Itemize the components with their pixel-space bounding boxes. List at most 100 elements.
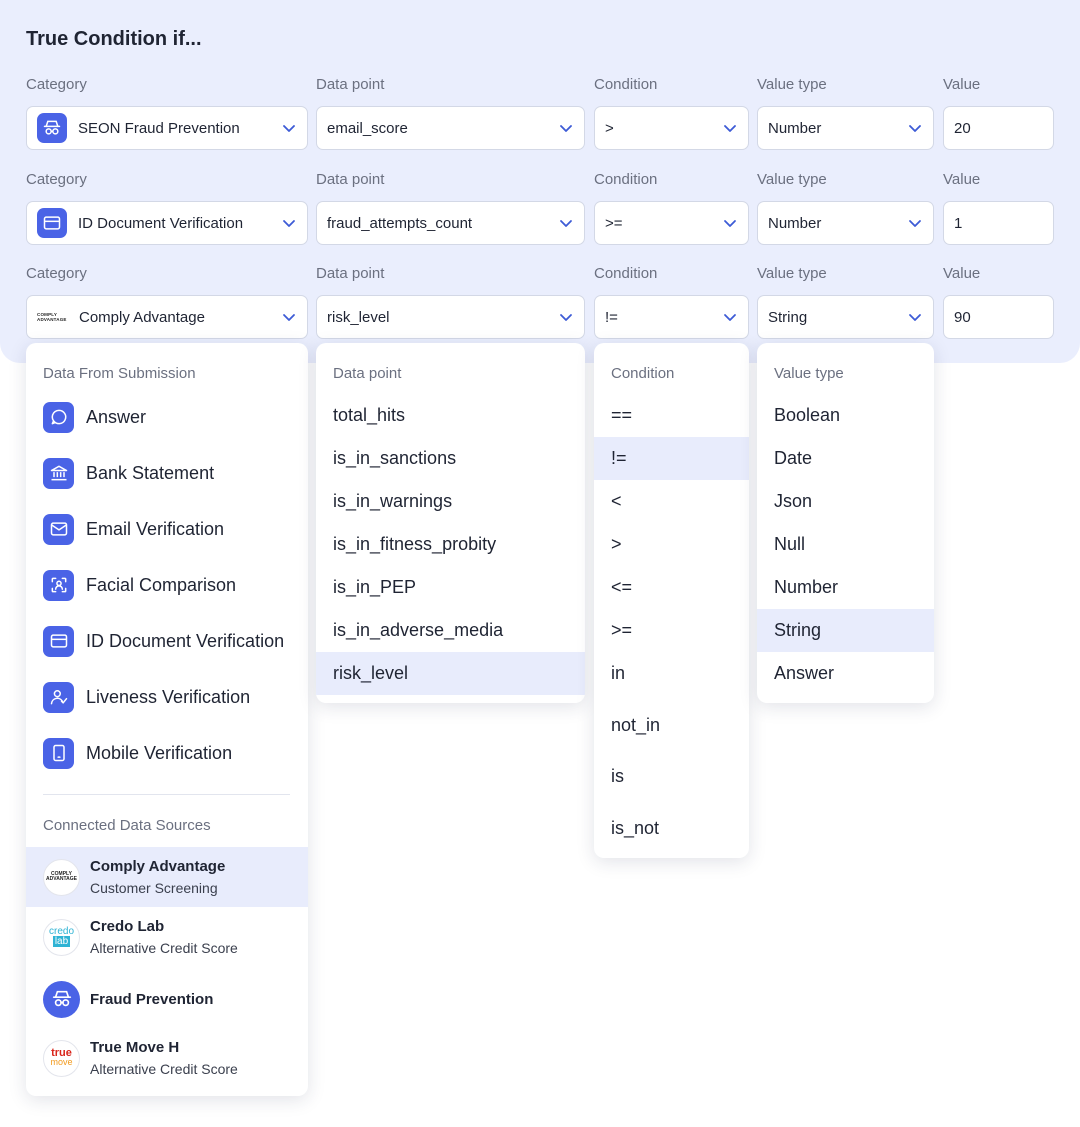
id-card-icon	[43, 625, 74, 657]
chevron-down-icon	[283, 314, 295, 321]
condition-option[interactable]: >=	[594, 609, 749, 652]
data-point-option[interactable]: is_in_warnings	[316, 480, 585, 523]
option-label: Email Verification	[86, 518, 225, 539]
connected-source-comply-advantage[interactable]: COMPLY ADVANTAGE Comply Advantage Custome…	[26, 847, 308, 907]
phone-icon	[43, 737, 74, 769]
face-scan-icon	[43, 569, 74, 601]
option-label: Answer	[86, 406, 147, 427]
chevron-down-icon	[724, 220, 736, 227]
data-point-value: fraud_attempts_count	[327, 214, 473, 232]
value-type-option[interactable]: Json	[757, 480, 934, 523]
data-point-option-selected[interactable]: risk_level	[316, 652, 585, 695]
category-option-liveness-verification[interactable]: Liveness Verification	[43, 681, 250, 713]
category-option-id-document-verification[interactable]: ID Document Verification	[43, 625, 284, 657]
value-type-option[interactable]: Null	[757, 523, 934, 566]
category-option-answer[interactable]: Answer	[43, 401, 146, 433]
dropdown-header: Data point	[333, 365, 402, 382]
source-name: Credo Lab	[90, 918, 165, 935]
data-point-option[interactable]: is_in_sanctions	[316, 437, 585, 480]
data-point-select[interactable]: risk_level	[316, 295, 585, 339]
data-point-dropdown: Data point total_hits is_in_sanctions is…	[316, 343, 585, 703]
connected-section-header: Connected Data Sources	[43, 817, 211, 834]
chevron-down-icon	[909, 220, 921, 227]
value-type-dropdown: Value type Boolean Date Json Null Number…	[757, 343, 934, 703]
condition-option[interactable]: <	[594, 480, 749, 523]
connected-source-true-move-h[interactable]: true move True Move H Alternative Credit …	[26, 1028, 308, 1088]
chevron-down-icon	[283, 220, 295, 227]
detective-icon	[43, 980, 80, 1018]
id-card-icon	[37, 208, 67, 238]
connected-source-credo-lab[interactable]: credo lab Credo Lab Alternative Credit Sc…	[26, 907, 308, 967]
value-type-option[interactable]: Number	[757, 566, 934, 609]
category-select[interactable]: ID Document Verification	[26, 201, 308, 245]
condition-select[interactable]: >=	[594, 201, 749, 245]
value-type-option[interactable]: Date	[757, 437, 934, 480]
condition-option[interactable]: is	[594, 755, 749, 798]
bank-icon	[43, 457, 74, 489]
value-input[interactable]: 20	[943, 106, 1054, 150]
condition-value: !=	[605, 308, 618, 326]
value-text: 1	[954, 214, 963, 232]
panel-title: True Condition if...	[26, 28, 202, 50]
condition-panel: True Condition if... Category Data point…	[0, 0, 1080, 363]
value-text: 90	[954, 308, 971, 326]
category-value: ID Document Verification	[78, 214, 244, 232]
value-type-value: Number	[768, 214, 822, 232]
source-name: True Move H	[90, 1039, 180, 1056]
data-point-option[interactable]: is_in_fitness_probity	[316, 523, 585, 566]
source-name: Fraud Prevention	[90, 990, 214, 1008]
data-point-label: Data point	[316, 265, 385, 282]
value-type-option[interactable]: Answer	[757, 652, 934, 695]
source-name: Comply Advantage	[90, 858, 226, 875]
chat-bubble-icon	[43, 401, 74, 433]
value-type-label: Value type	[757, 76, 827, 93]
data-point-option[interactable]: is_in_PEP	[316, 566, 585, 609]
chevron-down-icon	[724, 314, 736, 321]
category-option-bank-statement[interactable]: Bank Statement	[43, 457, 214, 489]
data-point-select[interactable]: fraud_attempts_count	[316, 201, 585, 245]
data-point-option[interactable]: total_hits	[316, 394, 585, 437]
value-type-value: Number	[768, 119, 822, 137]
condition-option[interactable]: <=	[594, 566, 749, 609]
option-label: Facial Comparison	[86, 574, 237, 595]
condition-select[interactable]: !=	[594, 295, 749, 339]
user-check-icon	[43, 681, 74, 713]
dropdown-header: Value type	[774, 365, 844, 382]
chevron-down-icon	[560, 220, 572, 227]
value-type-select[interactable]: String	[757, 295, 934, 339]
value-input[interactable]: 90	[943, 295, 1054, 339]
data-point-value: risk_level	[327, 308, 390, 326]
value-type-select[interactable]: Number	[757, 106, 934, 150]
condition-label: Condition	[594, 171, 658, 188]
value-label: Value	[943, 76, 981, 93]
category-dropdown: Data From Submission Answer Bank Stateme…	[26, 343, 308, 1096]
chevron-down-icon	[560, 125, 572, 132]
envelope-icon	[43, 513, 74, 545]
condition-option[interactable]: not_in	[594, 704, 749, 747]
value-input[interactable]: 1	[943, 201, 1054, 245]
value-type-select[interactable]: Number	[757, 201, 934, 245]
data-point-option[interactable]: is_in_adverse_media	[316, 609, 585, 652]
category-select[interactable]: COMPLY ADVANTAGE Comply Advantage	[26, 295, 308, 339]
data-point-label: Data point	[316, 171, 385, 188]
condition-option[interactable]: is_not	[594, 807, 749, 850]
connected-source-fraud-prevention[interactable]: Fraud Prevention	[26, 969, 308, 1029]
category-value: SEON Fraud Prevention	[78, 119, 240, 137]
comply-advantage-logo: COMPLY ADVANTAGE	[37, 312, 67, 322]
value-type-option[interactable]: Boolean	[757, 394, 934, 437]
condition-label: Condition	[594, 265, 658, 282]
section-divider	[43, 794, 290, 795]
value-type-option-selected[interactable]: String	[757, 609, 934, 652]
category-select[interactable]: SEON Fraud Prevention	[26, 106, 308, 150]
category-option-facial-comparison[interactable]: Facial Comparison	[43, 569, 236, 601]
condition-select[interactable]: >	[594, 106, 749, 150]
option-label: ID Document Verification	[86, 630, 285, 651]
condition-value: >	[605, 119, 614, 137]
data-point-select[interactable]: email_score	[316, 106, 585, 150]
category-option-email-verification[interactable]: Email Verification	[43, 513, 224, 545]
category-option-mobile-verification[interactable]: Mobile Verification	[43, 737, 232, 769]
condition-option[interactable]: >	[594, 523, 749, 566]
condition-option[interactable]: in	[594, 652, 749, 695]
condition-option-selected[interactable]: !=	[594, 437, 749, 480]
condition-option[interactable]: ==	[594, 394, 749, 437]
